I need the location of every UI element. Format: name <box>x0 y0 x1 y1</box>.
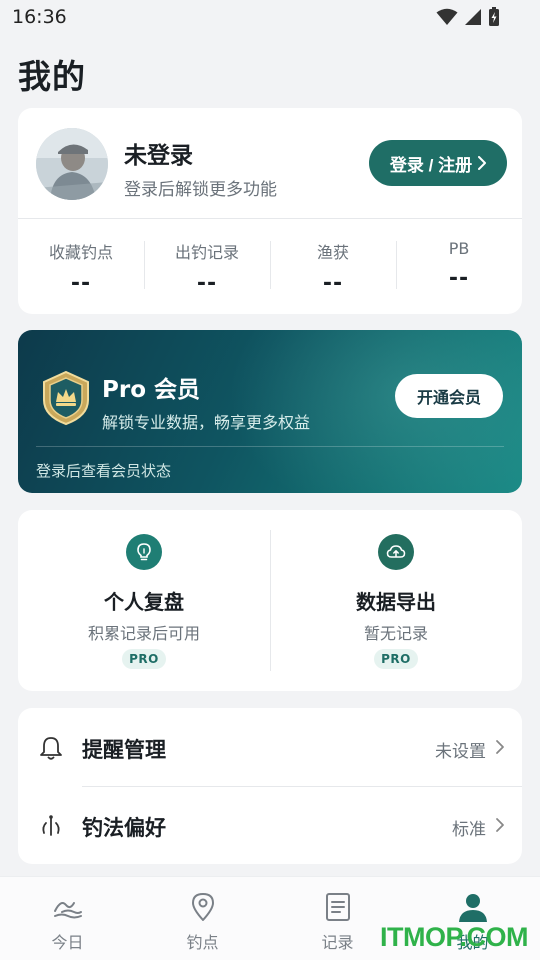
pro-subtitle: 解锁专业数据，畅享更多权益 <box>102 413 311 432</box>
stats-row: 收藏钓点 -- 出钓记录 -- 渔获 -- PB -- <box>18 219 522 314</box>
stat-value: -- <box>196 271 218 296</box>
location-pin-icon <box>191 893 214 921</box>
feature-title: 数据导出 <box>356 590 436 614</box>
status-icons <box>436 7 500 27</box>
watermark-logo: ITMOP.COM <box>380 922 529 952</box>
setting-label: 钓法偏好 <box>82 816 166 840</box>
status-bar: 16:36 <box>0 0 540 36</box>
waves-icon <box>53 902 82 919</box>
pro-title: Pro 会员 <box>102 377 201 403</box>
stat-label: 收藏钓点 <box>48 243 113 262</box>
stat-pb[interactable]: PB -- <box>396 219 522 314</box>
avatar[interactable] <box>36 128 108 200</box>
stat-label: 渔获 <box>316 243 349 262</box>
profile-subtitle: 登录后解锁更多功能 <box>124 180 277 200</box>
crown-shield-icon <box>43 370 89 426</box>
cloud-upload-icon <box>378 534 414 570</box>
status-time: 16:36 <box>12 6 67 28</box>
stat-favorite-spots[interactable]: 收藏钓点 -- <box>18 219 144 314</box>
person-icon <box>458 894 487 922</box>
bell-icon <box>40 737 62 760</box>
pro-tag: PRO <box>122 649 166 669</box>
feature-data-export[interactable]: 数据导出 暂无记录 PRO <box>270 510 522 691</box>
nav-item-today[interactable]: 今日 <box>0 877 135 960</box>
chevron-right-icon <box>478 156 487 170</box>
nav-item-spots[interactable]: 钓点 <box>135 877 270 960</box>
page-title: 我的 <box>18 57 86 96</box>
setting-fishing-preference[interactable]: 钓法偏好 标准 <box>18 786 522 864</box>
stat-value: -- <box>70 271 92 296</box>
open-membership-button[interactable]: 开通会员 <box>395 374 503 418</box>
stat-trip-records[interactable]: 出钓记录 -- <box>144 219 270 314</box>
pro-tag: PRO <box>374 649 418 669</box>
pro-divider <box>36 446 504 447</box>
stat-label: 出钓记录 <box>174 243 239 262</box>
chevron-right-icon <box>496 740 504 754</box>
avatar-image <box>36 128 108 200</box>
feature-personal-review[interactable]: 个人复盘 积累记录后可用 PRO <box>18 510 270 691</box>
signal-icon <box>465 9 481 25</box>
pro-status-text: 登录后查看会员状态 <box>36 462 172 480</box>
wifi-icon <box>436 8 458 25</box>
stat-label: PB <box>448 239 470 258</box>
setting-value: 未设置 <box>435 742 486 762</box>
feature-card: 个人复盘 积累记录后可用 PRO 数据导出 暂无记录 PRO <box>18 510 522 691</box>
feature-subtitle: 积累记录后可用 <box>87 624 200 643</box>
battery-icon <box>489 7 499 26</box>
setting-reminder-management[interactable]: 提醒管理 未设置 <box>18 708 522 787</box>
nav-label: 钓点 <box>186 933 219 952</box>
profile-name: 未登录 <box>124 143 193 169</box>
profile-card: 未登录 登录后解锁更多功能 登录 / 注册 收藏钓点 -- 出钓记录 -- 渔获… <box>18 108 522 314</box>
settings-card: 提醒管理 未设置 钓法偏好 标准 <box>18 708 522 864</box>
setting-value: 标准 <box>452 820 486 840</box>
feature-subtitle: 暂无记录 <box>363 624 428 643</box>
pro-membership-card[interactable]: Pro 会员 解锁专业数据，畅享更多权益 开通会员 登录后查看会员状态 <box>18 330 522 493</box>
stat-catches[interactable]: 渔获 -- <box>270 219 396 314</box>
chevron-right-icon <box>496 818 504 832</box>
document-icon <box>325 893 350 921</box>
login-register-button[interactable]: 登录 / 注册 <box>369 140 507 186</box>
lightbulb-icon <box>126 534 162 570</box>
nav-label: 今日 <box>51 933 84 952</box>
login-register-label: 登录 / 注册 <box>389 155 473 175</box>
stat-value: -- <box>448 266 470 291</box>
stat-value: -- <box>322 271 344 296</box>
fishing-rod-icon <box>42 815 60 836</box>
feature-title: 个人复盘 <box>104 590 184 614</box>
setting-label: 提醒管理 <box>82 738 166 762</box>
